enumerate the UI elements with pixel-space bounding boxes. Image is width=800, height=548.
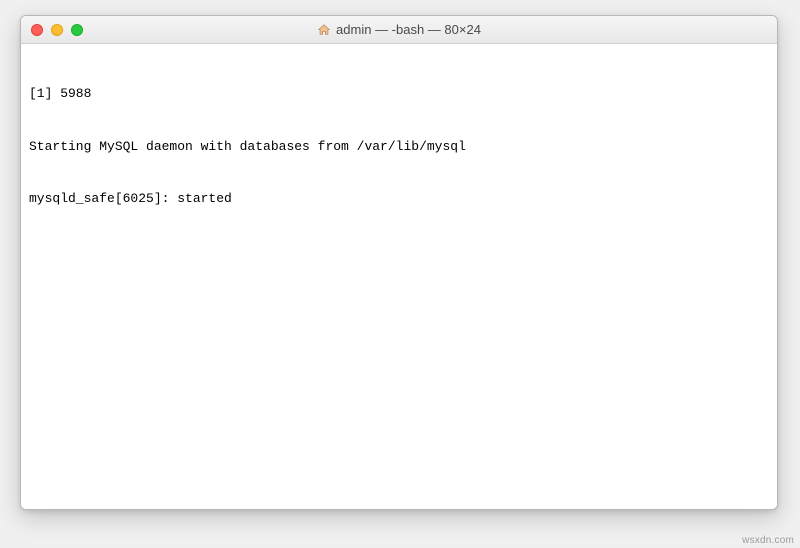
window-title: admin — -bash — 80×24 — [21, 22, 777, 37]
terminal-line: Starting MySQL daemon with databases fro… — [29, 138, 769, 156]
home-icon — [317, 24, 331, 36]
watermark-text: wsxdn.com — [742, 535, 794, 546]
terminal-line: mysqld_safe[6025]: started — [29, 190, 769, 208]
terminal-window: admin — -bash — 80×24 [1] 5988 Starting … — [20, 15, 778, 510]
minimize-button[interactable] — [51, 24, 63, 36]
maximize-button[interactable] — [71, 24, 83, 36]
titlebar[interactable]: admin — -bash — 80×24 — [21, 16, 777, 44]
window-title-text: admin — -bash — 80×24 — [336, 22, 481, 37]
terminal-line: [1] 5988 — [29, 85, 769, 103]
traffic-lights — [21, 24, 83, 36]
terminal-output[interactable]: [1] 5988 Starting MySQL daemon with data… — [21, 44, 777, 509]
close-button[interactable] — [31, 24, 43, 36]
